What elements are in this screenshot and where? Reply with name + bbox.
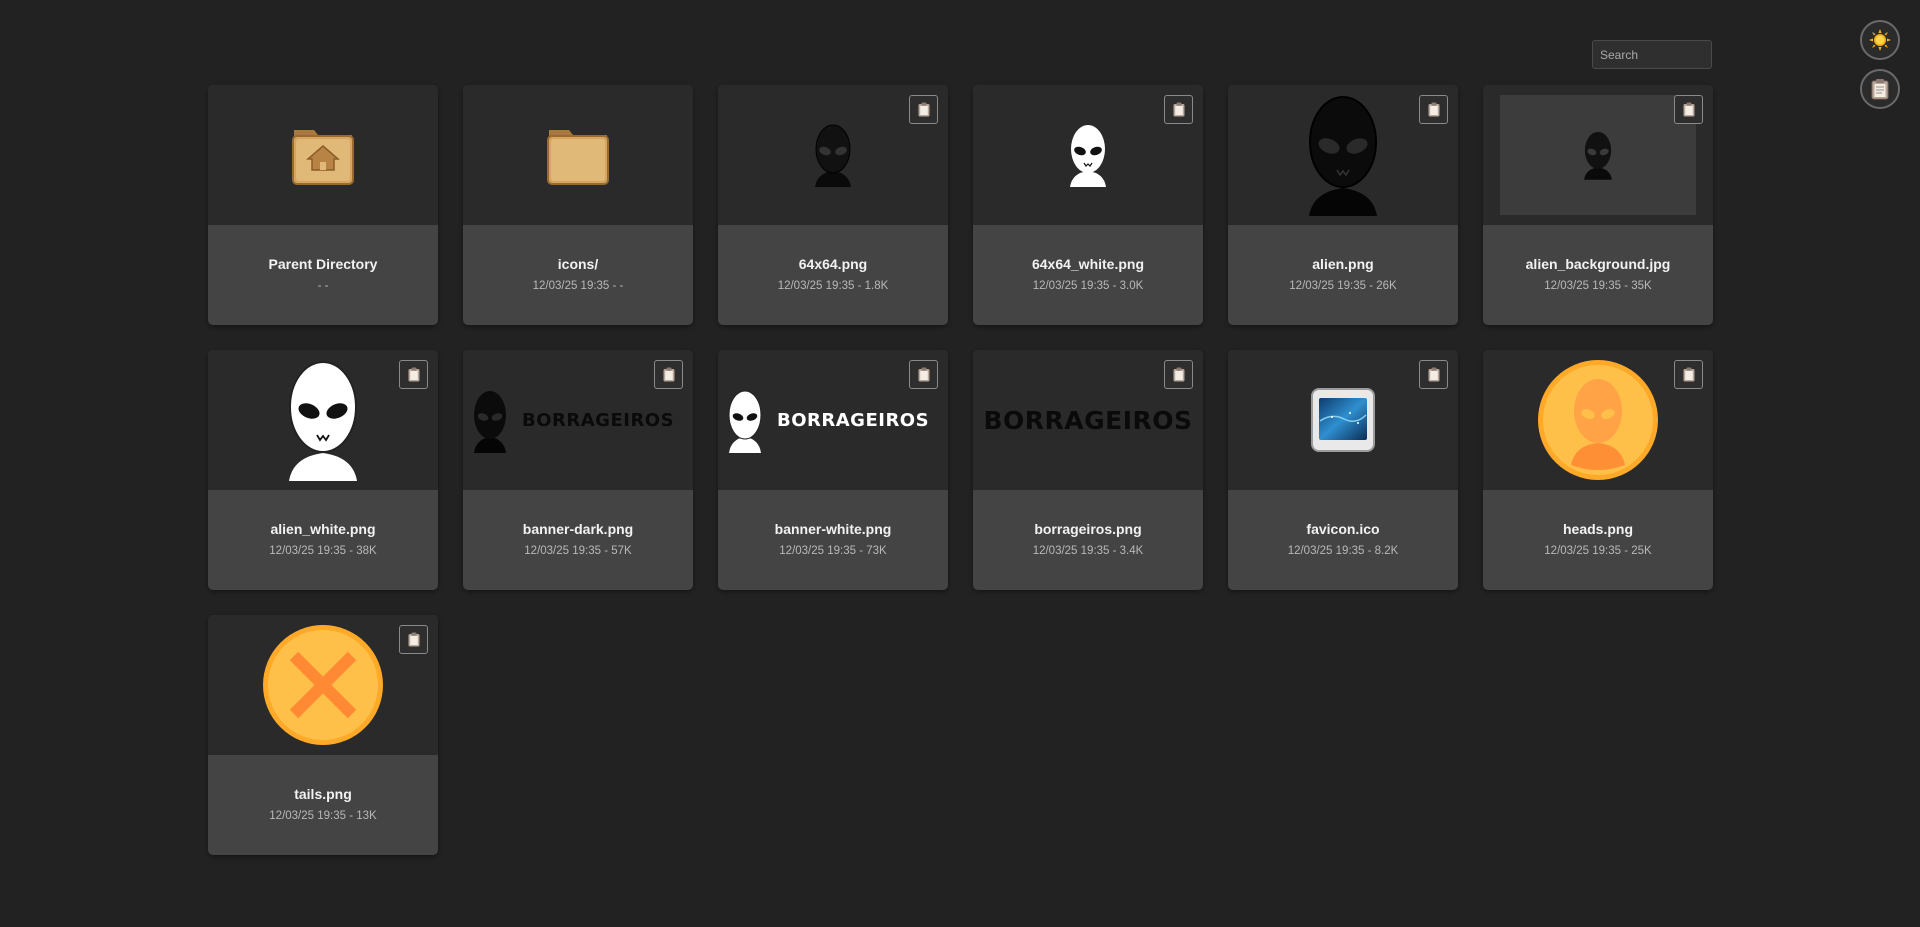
entry-name: Parent Directory	[268, 256, 378, 272]
entry-name: favicon.ico	[1306, 521, 1380, 537]
banner-dark-icon: BORRAGEIROS	[474, 391, 674, 453]
coin-tails-icon	[263, 625, 383, 745]
clipboard-icon	[1683, 367, 1694, 382]
copy-link-button[interactable]	[909, 360, 938, 389]
clipboard-icon	[1173, 102, 1184, 117]
thumbnail	[463, 85, 693, 225]
borrageiros-wordmark: BORRAGEIROS	[983, 406, 1192, 435]
entry-name: 64x64_white.png	[1031, 256, 1145, 272]
copy-link-button[interactable]	[399, 360, 428, 389]
entry-meta: 12/03/25 19:35 - 35K	[1544, 280, 1652, 292]
copy-link-button[interactable]	[654, 360, 683, 389]
entry-tails-png[interactable]: tails.png 12/03/25 19:35 - 13K	[208, 615, 438, 855]
entry-alien-white-png[interactable]: alien_white.png 12/03/25 19:35 - 38K	[208, 350, 438, 590]
coin-heads-icon	[1538, 360, 1658, 480]
home-folder-icon	[292, 130, 354, 185]
copy-link-button[interactable]	[1419, 360, 1448, 389]
sun-icon	[1869, 29, 1891, 51]
clipboard-icon	[1428, 367, 1439, 382]
entry-meta: 12/03/25 19:35 - 3.4K	[1032, 545, 1144, 557]
alien-white-large-icon	[289, 361, 357, 481]
entry-name: icons/	[557, 256, 599, 272]
entry-meta: 12/03/25 19:35 - 13K	[269, 810, 377, 822]
copy-link-button[interactable]	[1674, 95, 1703, 124]
entry-name: tails.png	[294, 786, 352, 802]
clipboard-icon	[1871, 79, 1889, 100]
entry-banner-white-png[interactable]: BORRAGEIROS banner-white.png 12/03/25 19…	[718, 350, 948, 590]
entry-banner-dark-png[interactable]: BORRAGEIROS banner-dark.png 12/03/25 19:…	[463, 350, 693, 590]
copy-link-button[interactable]	[1419, 95, 1448, 124]
background-preview	[1500, 95, 1696, 215]
clipboard-icon	[408, 632, 419, 647]
folder-icon	[547, 130, 609, 185]
clipboard-icon	[1173, 367, 1184, 382]
copy-link-button[interactable]	[399, 625, 428, 654]
entry-heads-png[interactable]: heads.png 12/03/25 19:35 - 25K	[1483, 350, 1713, 590]
copy-all-button[interactable]	[1860, 69, 1900, 109]
alien-white-small-icon	[1070, 125, 1106, 187]
entry-name: 64x64.png	[798, 256, 868, 272]
alien-dark-large-icon	[1309, 96, 1377, 216]
entry-parent-directory[interactable]: Parent Directory - -	[208, 85, 438, 325]
clipboard-icon	[663, 367, 674, 382]
entry-meta: 12/03/25 19:35 - 25K	[1544, 545, 1652, 557]
entry-alien-png[interactable]: alien.png 12/03/25 19:35 - 26K	[1228, 85, 1458, 325]
entry-name: alien_white.png	[270, 521, 376, 537]
banner-white-wordmark: BORRAGEIROS	[777, 410, 929, 431]
entry-meta: 12/03/25 19:35 - 8.2K	[1287, 545, 1399, 557]
copy-link-button[interactable]	[1674, 360, 1703, 389]
clipboard-icon	[408, 367, 419, 382]
alien-dark-small-icon	[815, 124, 851, 187]
wordmark-icon: BORRAGEIROS	[983, 406, 1192, 435]
entry-borrageiros-png[interactable]: BORRAGEIROS borrageiros.png 12/03/25 19:…	[973, 350, 1203, 590]
banner-dark-wordmark: BORRAGEIROS	[522, 410, 674, 431]
clipboard-icon	[1428, 102, 1439, 117]
clipboard-icon	[1683, 102, 1694, 117]
entry-alien-background-jpg[interactable]: alien_background.jpg 12/03/25 19:35 - 35…	[1483, 85, 1713, 325]
entry-meta: 12/03/25 19:35 - 38K	[269, 545, 377, 557]
entry-64x64-png[interactable]: 64x64.png 12/03/25 19:35 - 1.8K	[718, 85, 948, 325]
entry-favicon-ico[interactable]: favicon.ico 12/03/25 19:35 - 8.2K	[1228, 350, 1458, 590]
entry-icons-folder[interactable]: icons/ 12/03/25 19:35 - -	[463, 85, 693, 325]
theme-toggle-button[interactable]	[1860, 20, 1900, 60]
entry-meta: 12/03/25 19:35 - 3.0K	[1032, 280, 1144, 292]
copy-link-button[interactable]	[1164, 360, 1193, 389]
entry-64x64-white-png[interactable]: 64x64_white.png 12/03/25 19:35 - 3.0K	[973, 85, 1203, 325]
copy-link-button[interactable]	[909, 95, 938, 124]
entry-name: alien.png	[1312, 256, 1374, 272]
clipboard-icon	[918, 102, 929, 117]
entry-meta: 12/03/25 19:35 - 1.8K	[777, 280, 889, 292]
thumbnail	[208, 85, 438, 225]
entry-meta: - -	[317, 280, 329, 292]
entry-name: banner-dark.png	[522, 521, 634, 537]
banner-white-icon: BORRAGEIROS	[728, 390, 929, 453]
entry-meta: 12/03/25 19:35 - 26K	[1289, 280, 1397, 292]
copy-link-button[interactable]	[1164, 95, 1193, 124]
entry-meta: 12/03/25 19:35 - 57K	[524, 545, 632, 557]
search-input[interactable]	[1592, 40, 1712, 69]
file-grid: Parent Directory - - icons/ 12/03/25 19:…	[208, 85, 1713, 855]
entry-name: heads.png	[1562, 521, 1633, 537]
favicon-icon	[1311, 388, 1375, 452]
entry-meta: 12/03/25 19:35 - 73K	[779, 545, 887, 557]
clipboard-icon	[918, 367, 929, 382]
entry-meta: 12/03/25 19:35 - -	[532, 280, 624, 292]
alien-background-icon	[1584, 131, 1612, 180]
entry-name: alien_background.jpg	[1525, 256, 1671, 272]
entry-name: borrageiros.png	[1034, 521, 1142, 537]
entry-name: banner-white.png	[774, 521, 892, 537]
